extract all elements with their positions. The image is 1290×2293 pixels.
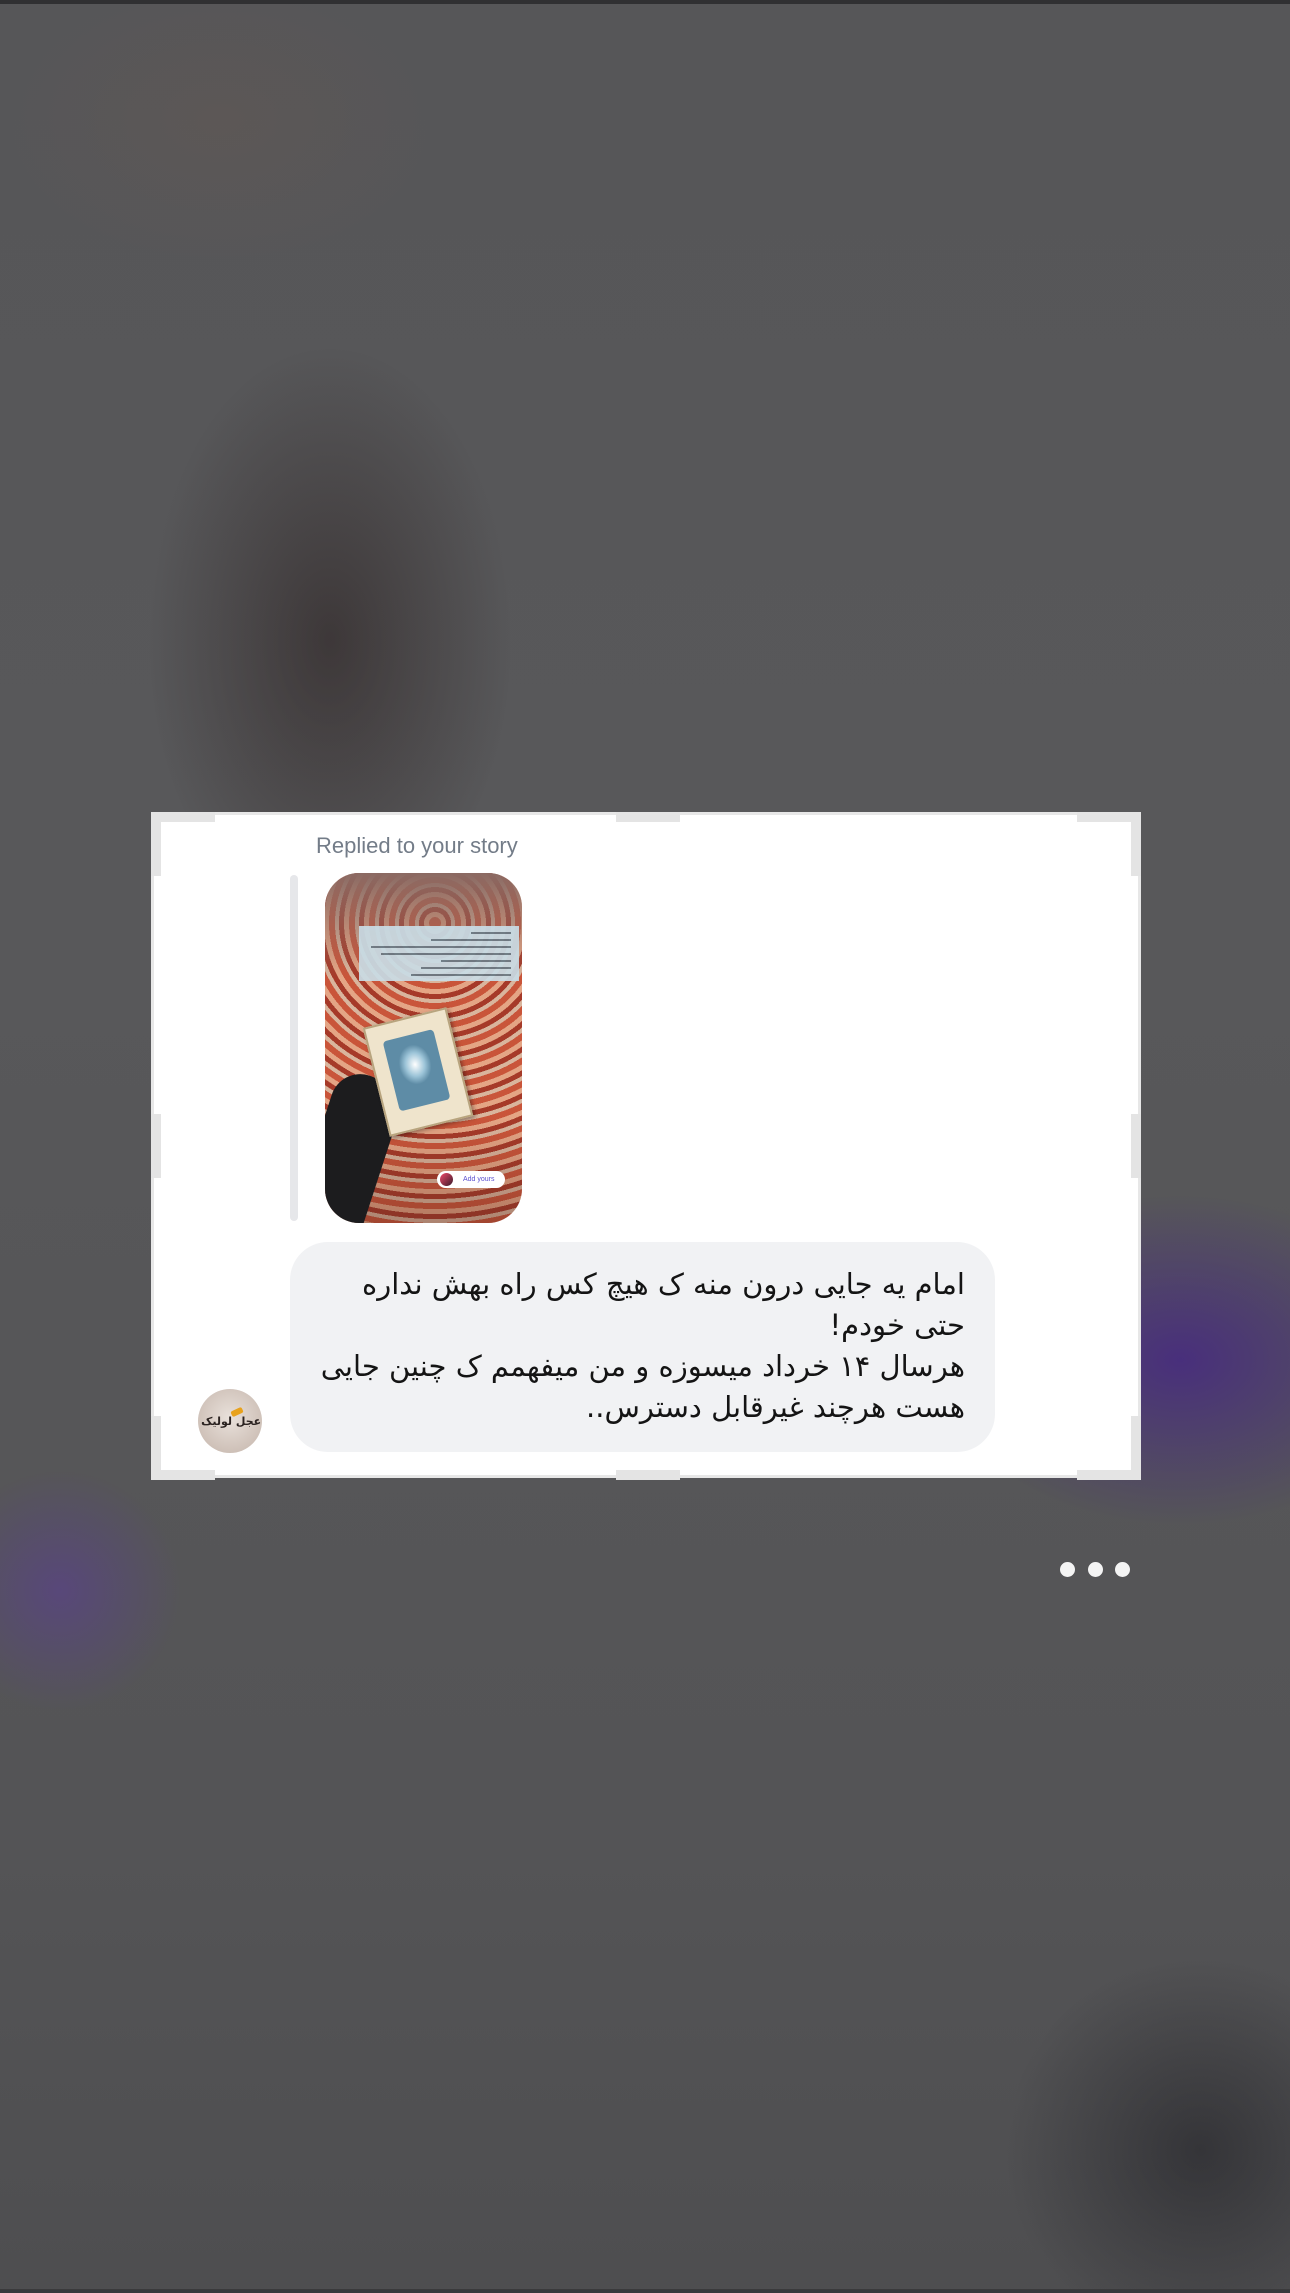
add-yours-label: Add yours [463,1176,495,1183]
bottom-edge [0,2289,1290,2293]
crop-handle-top-right[interactable] [1077,812,1141,876]
crop-handle-bottom[interactable] [616,1470,680,1480]
story-reply-label: Replied to your story [316,833,518,858]
avatar-logo-text: اللهم عجل لولیک الفرج [198,1414,262,1428]
crop-handle-right[interactable] [1131,1114,1141,1178]
add-yours-sticker: Add yours [437,1171,505,1188]
story-thumbnail[interactable]: Add yours [325,873,522,1223]
crop-handle-top-left[interactable] [151,812,215,876]
story-text-card [359,926,519,981]
top-edge [0,0,1290,4]
crop-handle-left[interactable] [151,1114,161,1178]
message-bubble[interactable]: امام یه جایی درون منه ک هیچ کس راه بهش ن… [290,1242,995,1452]
crop-handle-top[interactable] [616,812,680,822]
reply-indicator-bar [290,875,298,1221]
crop-handle-bottom-right[interactable] [1077,1416,1141,1480]
avatar[interactable]: اللهم عجل لولیک الفرج [198,1389,262,1453]
more-horizontal-icon[interactable] [1060,1555,1130,1583]
message-text: امام یه جایی درون منه ک هیچ کس راه بهش ن… [320,1267,965,1424]
